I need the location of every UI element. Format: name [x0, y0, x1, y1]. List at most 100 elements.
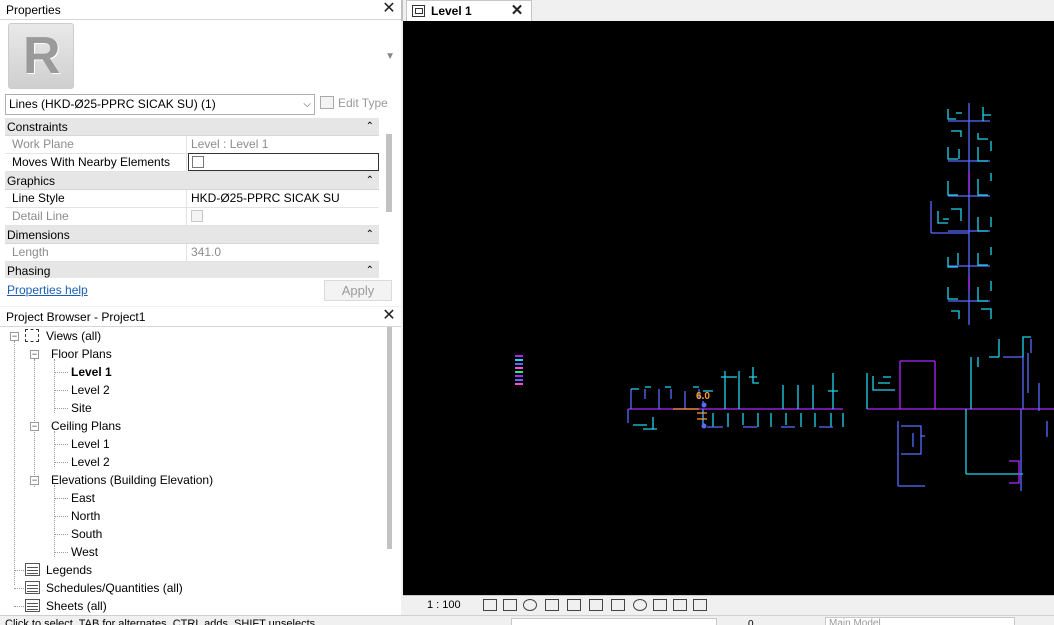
shadows-icon[interactable] [545, 599, 559, 611]
property-row: Moves With Nearby Elements [5, 153, 379, 172]
tree-node-sheets[interactable]: Sheets (all) [46, 597, 107, 615]
project-browser-header: Project Browser - Project1 ✕ [0, 307, 401, 327]
floor-plan-icon [412, 5, 425, 17]
view-scale[interactable]: 1 : 100 [427, 597, 461, 614]
sun-path-icon[interactable] [523, 599, 537, 611]
view-control-bar: 1 : 100 [403, 595, 1054, 615]
properties-help-link[interactable]: Properties help [7, 283, 88, 297]
tree-node-floor-level-2[interactable]: Level 2 [71, 381, 110, 399]
property-value: 341.0 [191, 245, 222, 259]
expand-toggle-icon[interactable]: − [10, 332, 19, 341]
category-graphics[interactable]: Graphics ⌃ [5, 172, 379, 190]
color-legend-marks [515, 355, 523, 385]
property-row: Detail Line [5, 208, 379, 226]
collapse-icon[interactable]: ⌃ [366, 118, 374, 136]
selection-count: 0 [748, 619, 754, 625]
moves-with-nearby-checkbox[interactable] [188, 153, 379, 171]
views-icon [25, 329, 39, 342]
show-crop-icon[interactable] [589, 599, 603, 611]
revit-logo-icon: R [8, 23, 74, 89]
pipe-group-main-run [627, 367, 844, 430]
tree-node-north[interactable]: North [71, 507, 100, 525]
property-row: Line Style HKD-Ø25-PPRC SICAK SU [5, 190, 379, 208]
analytical-icon[interactable] [673, 599, 687, 611]
schedules-icon [25, 581, 40, 594]
chevron-down-icon[interactable]: ▼ [385, 51, 395, 62]
reveal-hidden-icon[interactable] [633, 599, 647, 611]
properties-grid: Constraints ⌃ Work Plane Level : Level 1 M… [5, 118, 379, 278]
tree-node-elevations[interactable]: Elevations (Building Elevation) [51, 471, 213, 489]
properties-scrollbar[interactable] [386, 134, 392, 212]
visual-style-icon[interactable] [503, 599, 517, 611]
crop-view-icon[interactable] [567, 599, 581, 611]
tab-close-icon[interactable]: ✕ [509, 3, 525, 19]
category-phasing[interactable]: Phasing ⌃ [5, 262, 379, 278]
project-browser-title: Project Browser - Project1 [6, 310, 146, 324]
checkbox[interactable] [192, 156, 204, 168]
tab-level-1[interactable]: Level 1 ✕ [406, 0, 532, 21]
collapse-icon[interactable]: ⌃ [366, 226, 374, 244]
tree-node-east[interactable]: East [71, 489, 95, 507]
tree-node-views[interactable]: Views (all) [46, 327, 101, 345]
browser-tree: − Views (all) − Floor Plans Level 1 Leve… [0, 327, 384, 617]
legends-icon [25, 563, 40, 576]
type-preview: R ▼ [0, 21, 401, 91]
lock-view-icon[interactable] [653, 599, 667, 611]
project-browser-close-icon[interactable]: ✕ [381, 308, 397, 324]
pipe-group-right [866, 336, 1054, 491]
expand-toggle-icon[interactable]: − [30, 422, 39, 431]
detail-line-checkbox [188, 208, 379, 225]
project-browser: Project Browser - Project1 ✕ − Views (al… [0, 307, 401, 625]
property-value: Level : Level 1 [191, 137, 269, 151]
tree-node-legends[interactable]: Legends [46, 561, 92, 579]
dropdown-arrow-icon[interactable]: ⌵ [303, 95, 311, 114]
tree-node-ceiling-plans[interactable]: Ceiling Plans [51, 417, 121, 435]
category-label: Constraints [7, 120, 68, 134]
property-name: Length [5, 244, 187, 261]
tree-node-site[interactable]: Site [71, 399, 92, 417]
model-selector[interactable]: Main Model [825, 617, 1015, 625]
type-selector[interactable]: Lines (HKD-Ø25-PPRC SICAK SU) (1) ⌵ [5, 94, 315, 115]
plumbing-plan-drawing: 6.0 [515, 103, 1054, 491]
properties-close-icon[interactable]: ✕ [381, 1, 397, 17]
category-label: Graphics [7, 174, 56, 188]
dimension-label: 6.0 [696, 391, 710, 402]
tree-node-ceiling-level-2[interactable]: Level 2 [71, 453, 110, 471]
property-row: Work Plane Level : Level 1 [5, 136, 379, 154]
edit-type-button[interactable]: Edit Type [320, 94, 396, 115]
tab-label: Level 1 [431, 4, 472, 18]
property-name: Moves With Nearby Elements [5, 154, 187, 171]
detail-level-icon[interactable] [483, 599, 497, 611]
category-constraints[interactable]: Constraints ⌃ [5, 118, 379, 136]
category-label: Phasing [7, 264, 51, 278]
checkbox [191, 210, 203, 222]
browser-scrollbar[interactable] [387, 327, 392, 549]
edit-type-icon [320, 96, 334, 109]
tree-node-ceiling-level-1[interactable]: Level 1 [71, 435, 110, 453]
view-tab-bar: Level 1 ✕ [401, 0, 1054, 21]
tree-node-floor-level-1[interactable]: Level 1 [71, 363, 112, 381]
tree-node-floor-plans[interactable]: Floor Plans [51, 345, 112, 363]
apply-button[interactable]: Apply [324, 280, 392, 301]
property-name: Line Style [5, 190, 187, 207]
highlight-displacement-icon[interactable] [693, 599, 707, 611]
tree-node-west[interactable]: West [71, 543, 98, 561]
expand-toggle-icon[interactable]: − [30, 476, 39, 485]
edit-type-label: Edit Type [338, 96, 388, 110]
tree-node-south[interactable]: South [71, 525, 102, 543]
workset-field[interactable] [511, 618, 717, 625]
revit-window: Properties ✕ R ▼ Lines (HKD-Ø25-PPRC SIC… [0, 0, 1054, 625]
line-style-value[interactable]: HKD-Ø25-PPRC SICAK SU [188, 190, 379, 207]
properties-header: Properties ✕ [0, 0, 401, 20]
temp-hide-icon[interactable] [611, 599, 625, 611]
collapse-icon[interactable]: ⌃ [366, 262, 374, 278]
expand-toggle-icon[interactable]: − [30, 350, 39, 359]
status-bar: Click to select, TAB for alternates, CTR… [0, 615, 1054, 625]
tree-node-schedules[interactable]: Schedules/Quantities (all) [46, 579, 183, 597]
category-dimensions[interactable]: Dimensions ⌃ [5, 226, 379, 244]
collapse-icon[interactable]: ⌃ [366, 172, 374, 190]
property-row: Length 341.0 [5, 244, 379, 262]
drawing-canvas[interactable]: 6.0 [403, 21, 1054, 595]
status-hint: Click to select, TAB for alternates, CTR… [5, 618, 319, 625]
properties-panel: Properties ✕ R ▼ Lines (HKD-Ø25-PPRC SIC… [0, 0, 401, 306]
